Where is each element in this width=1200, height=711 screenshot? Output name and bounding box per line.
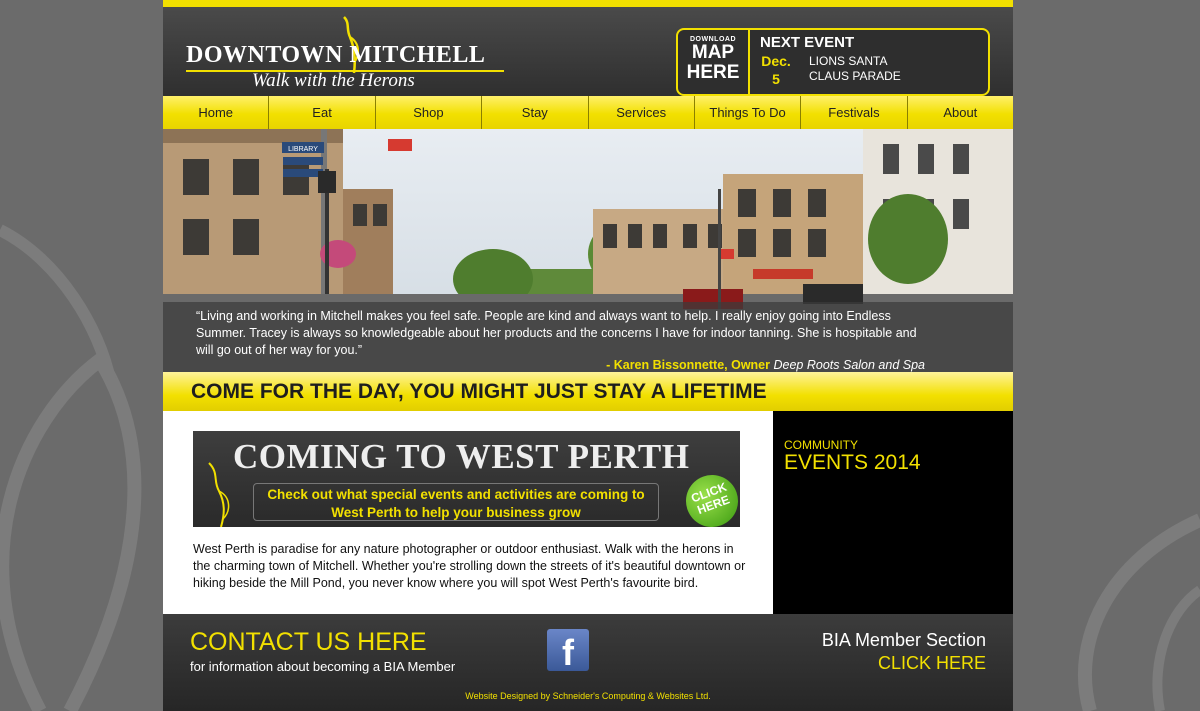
sidebar-big-heading[interactable]: EVENTS 2014 bbox=[784, 451, 921, 475]
slogan-bar: COME FOR THE DAY, YOU MIGHT JUST STAY A … bbox=[163, 372, 1013, 411]
logo-title: DOWNTOWN MITCHELL bbox=[186, 42, 486, 68]
testimonial-author-name: - Karen Bissonnette, Owner bbox=[606, 358, 771, 372]
next-event-title: NEXT EVENT bbox=[760, 34, 855, 51]
library-sign-text: LIBRARY bbox=[288, 146, 318, 153]
page-container: DOWNTOWN MITCHELL Walk with the Herons D… bbox=[163, 0, 1013, 711]
next-event-date: Dec. 5 bbox=[758, 52, 794, 88]
site-header: DOWNTOWN MITCHELL Walk with the Herons D… bbox=[163, 7, 1013, 96]
community-events-sidebar: COMMUNITY EVENTS 2014 bbox=[773, 411, 1013, 614]
nav-home[interactable]: Home bbox=[163, 96, 270, 129]
nav-festivals[interactable]: Festivals bbox=[801, 96, 908, 129]
next-event-month: Dec. bbox=[761, 53, 791, 69]
facebook-icon[interactable]: f bbox=[547, 629, 589, 671]
map-here-label: HERE bbox=[686, 62, 740, 83]
site-logo[interactable]: DOWNTOWN MITCHELL Walk with the Herons bbox=[186, 15, 506, 93]
next-event-link[interactable]: LIONS SANTA CLAUS PARADE bbox=[809, 54, 929, 84]
nav-things-to-do[interactable]: Things To Do bbox=[694, 96, 802, 129]
nav-stay[interactable]: Stay bbox=[482, 96, 589, 129]
nav-services[interactable]: Services bbox=[588, 96, 695, 129]
main-content: COMING TO WEST PERTH Check out what spec… bbox=[163, 411, 773, 614]
banner-subtitle: Check out what special events and activi… bbox=[253, 483, 659, 521]
event-box: DOWNLOAD MAP HERE NEXT EVENT Dec. 5 LION… bbox=[676, 28, 990, 96]
testimonial-business: Deep Roots Salon and Spa bbox=[773, 358, 926, 372]
testimonial-overlay: “Living and working in Mitchell makes yo… bbox=[163, 302, 1013, 372]
slogan-text: COME FOR THE DAY, YOU MIGHT JUST STAY A … bbox=[191, 379, 767, 403]
nav-about[interactable]: About bbox=[907, 96, 1013, 129]
bia-click-here-link[interactable]: CLICK HERE bbox=[878, 653, 986, 674]
coming-to-west-perth-banner[interactable]: COMING TO WEST PERTH Check out what spec… bbox=[193, 431, 740, 527]
logo-tagline: Walk with the Herons bbox=[252, 70, 415, 91]
website-credit[interactable]: Website Designed by Schneider's Computin… bbox=[163, 691, 1013, 701]
sidebar-small-heading: COMMUNITY bbox=[784, 438, 858, 452]
intro-paragraph: West Perth is paradise for any nature ph… bbox=[193, 542, 746, 590]
testimonial-quote: “Living and working in Mitchell makes yo… bbox=[196, 309, 917, 357]
site-footer: CONTACT US HERE for information about be… bbox=[163, 614, 1013, 711]
bia-member-title: BIA Member Section bbox=[821, 630, 986, 650]
banner-title: COMING TO WEST PERTH bbox=[233, 437, 690, 476]
contact-us-link[interactable]: CONTACT US HERE bbox=[190, 628, 427, 657]
main-nav: Home Eat Shop Stay Services Things To Do… bbox=[163, 96, 1013, 129]
download-map-button[interactable]: DOWNLOAD MAP HERE bbox=[678, 30, 750, 94]
top-accent-bar bbox=[163, 0, 1013, 7]
next-event-day: 5 bbox=[772, 71, 780, 87]
nav-eat[interactable]: Eat bbox=[269, 96, 376, 129]
hero-slideshow: LIBRARY “Living and working in Mitchell … bbox=[163, 129, 1013, 372]
map-label: MAP bbox=[691, 42, 735, 63]
nav-shop[interactable]: Shop bbox=[375, 96, 483, 129]
testimonial-author: - Karen Bissonnette, Owner Deep Roots Sa… bbox=[606, 358, 925, 372]
contact-subtitle: for information about becoming a BIA Mem… bbox=[190, 659, 456, 674]
